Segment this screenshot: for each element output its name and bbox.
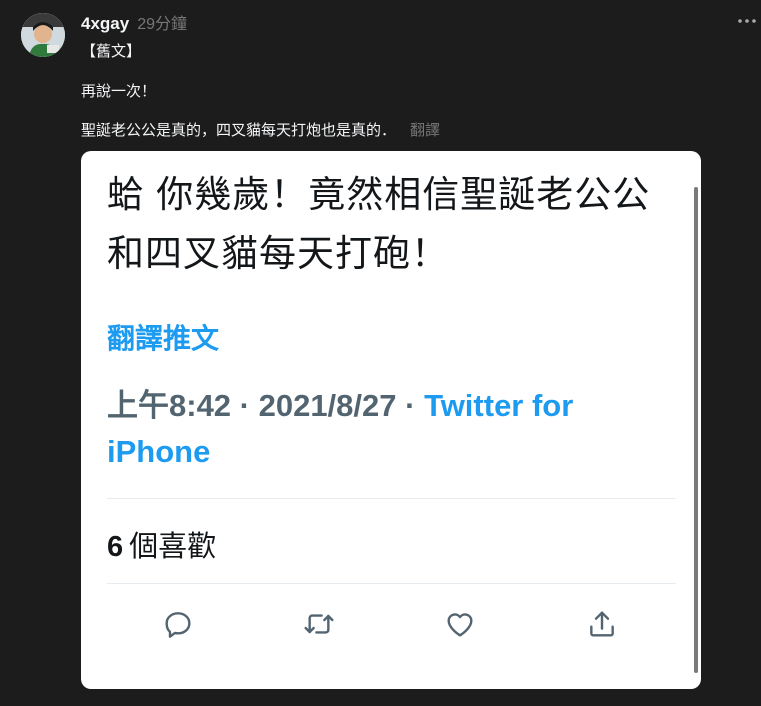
post-text-line-2: 再說一次！: [81, 83, 157, 100]
likes-label: 個喜歡: [129, 531, 217, 563]
divider: [107, 583, 676, 584]
likes-count: 6: [107, 531, 124, 563]
retweet-icon[interactable]: [301, 606, 337, 642]
reply-icon[interactable]: [160, 606, 196, 642]
post-text-body: 聖誕老公公是真的，四叉貓每天打炮也是真的．: [81, 122, 397, 139]
translate-tweet-link[interactable]: 翻譯推文: [107, 317, 219, 357]
tweet-text: 蛤 你幾歲！竟然相信聖誕老公公和四叉貓每天打砲！: [107, 174, 651, 274]
avatar[interactable]: [21, 13, 65, 57]
post-time: 29分鐘: [137, 16, 188, 33]
post-header: 4xgay 29分鐘: [81, 10, 188, 34]
share-icon[interactable]: [584, 606, 620, 642]
username[interactable]: 4xgay: [81, 14, 129, 34]
tweet-meta: 上午8:42 · 2021/8/27 · Twitter for iPhone: [107, 383, 667, 475]
tweet-timestamp: 上午8:42 · 2021/8/27 ·: [107, 388, 425, 423]
avatar-image: [21, 13, 65, 57]
scrollbar[interactable]: [694, 187, 698, 673]
more-horizontal-icon[interactable]: [737, 11, 757, 31]
tweet-screenshot-card[interactable]: 蛤 你幾歲！竟然相信聖誕老公公和四叉貓每天打砲！ 翻譯推文 上午8:42 · 2…: [81, 151, 701, 689]
divider: [107, 498, 676, 499]
heart-icon[interactable]: [442, 606, 478, 642]
post-text-line-3: 聖誕老公公是真的，四叉貓每天打炮也是真的． 翻譯: [81, 119, 440, 140]
post-text-line-1: 【舊文】: [81, 43, 142, 60]
likes-row[interactable]: 6 個喜歡: [107, 523, 216, 565]
translate-link[interactable]: 翻譯: [410, 122, 440, 139]
